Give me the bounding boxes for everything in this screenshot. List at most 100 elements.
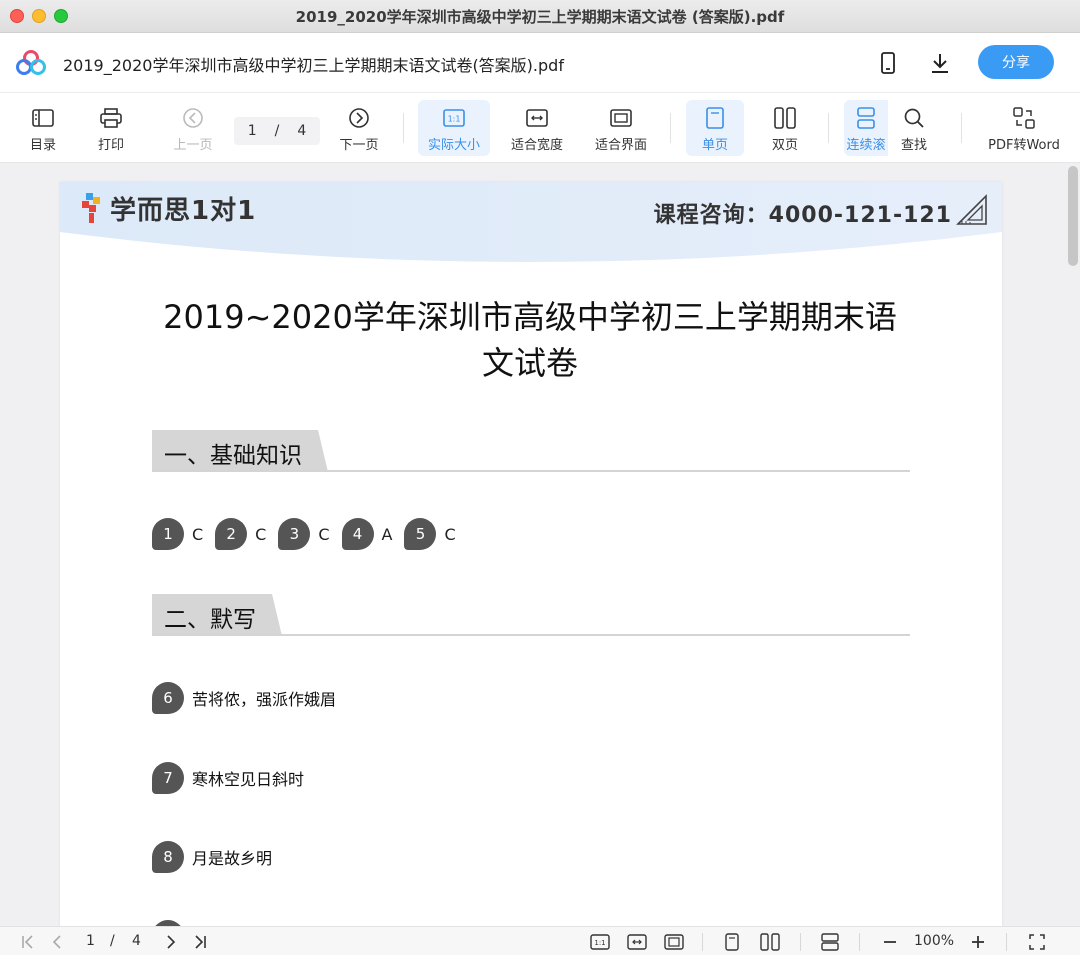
toc-button[interactable]: 目录	[24, 100, 62, 156]
close-window-button[interactable]	[10, 9, 24, 23]
document-title: 2019~2020学年深圳市高级中学初三上学期期末语 文试卷	[150, 294, 910, 386]
prev-page-icon[interactable]	[47, 932, 67, 952]
question-number-badge: 2	[215, 518, 248, 550]
document-name: 2019_2020学年深圳市高级中学初三上学期期末语文试卷(答案版).pdf	[63, 56, 564, 75]
actual-size-button[interactable]: 1:1 实际大小	[418, 100, 490, 156]
double-page-label: 双页	[771, 138, 798, 153]
answer-text: C	[444, 524, 456, 544]
pdf-to-word-label: PDF转Word	[988, 138, 1060, 153]
ruler-icon	[956, 194, 987, 225]
section-divider	[152, 470, 910, 472]
share-button[interactable]: 分享	[978, 45, 1054, 79]
continuous-scroll-icon[interactable]	[820, 932, 840, 952]
single-page-icon[interactable]	[722, 932, 742, 952]
question-number-badge: 5	[404, 518, 437, 550]
pdf-page: 学而思1对1 课程咨询：4000-121-121 2019~2020学年深圳市高…	[60, 182, 1002, 926]
svg-text:1:1: 1:1	[448, 115, 461, 124]
next-page-button[interactable]: 下一页	[334, 100, 384, 156]
section-heading-basic: 一、基础知识	[152, 430, 910, 474]
pdf-to-word-button[interactable]: PDF转Word	[982, 100, 1066, 156]
statusbar-divider	[1006, 933, 1007, 951]
fit-screen-label: 适合界面	[594, 138, 647, 153]
download-icon[interactable]	[928, 51, 952, 75]
double-page-button[interactable]: 双页	[756, 100, 814, 156]
answer-text: C	[192, 524, 204, 544]
fullscreen-icon[interactable]	[1027, 932, 1047, 952]
fit-width-label: 适合宽度	[510, 138, 563, 153]
answer-text: 寒林空见日斜时	[192, 770, 305, 789]
section-title: 一、基础知识	[164, 443, 302, 469]
search-icon	[902, 106, 926, 130]
answer-text: 月是故乡明	[192, 849, 273, 868]
zoom-in-icon[interactable]	[968, 932, 988, 952]
sidebar-icon	[31, 106, 55, 130]
toolbar-divider	[828, 113, 829, 143]
answer-text: 苦将侬，强派作娥眉	[192, 690, 337, 709]
total-pages: 4	[297, 123, 307, 139]
question-number-badge: 3	[278, 518, 311, 550]
status-total-pages: 4	[132, 933, 141, 949]
fit-width-button[interactable]: 适合宽度	[504, 100, 570, 156]
printer-icon	[99, 106, 123, 130]
next-circle-icon	[347, 106, 371, 130]
question-number-badge: 6	[152, 682, 184, 714]
zoom-out-icon[interactable]	[880, 932, 900, 952]
continuous-scroll-label: 连续滚	[846, 138, 886, 153]
window-title: 2019_2020学年深圳市高级中学初三上学期期末语文试卷 (答案版).pdf	[295, 7, 785, 26]
app-header: 2019_2020学年深圳市高级中学初三上学期期末语文试卷(答案版).pdf 分…	[0, 33, 1080, 93]
phone-icon[interactable]	[876, 51, 900, 75]
find-label: 查找	[900, 138, 927, 153]
fill-answer-item: 6 苦将侬，强派作娥眉	[152, 682, 336, 714]
fit-screen-button[interactable]: 适合界面	[588, 100, 654, 156]
section-title: 二、默写	[164, 607, 256, 633]
zoom-level: 100%	[914, 933, 955, 949]
single-page-label: 单页	[701, 138, 728, 153]
continuous-scroll-button[interactable]: 连续滚	[844, 100, 888, 156]
prev-page-button[interactable]: 上一页	[168, 100, 218, 156]
actual-size-icon[interactable]: 1:1	[590, 932, 610, 952]
fit-screen-icon[interactable]	[664, 932, 684, 952]
fit-width-icon[interactable]	[627, 932, 647, 952]
question-number-badge: 4	[341, 518, 374, 550]
document-viewer[interactable]: 学而思1对1 课程咨询：4000-121-121 2019~2020学年深圳市高…	[0, 164, 1080, 926]
actual-size-label: 实际大小	[427, 138, 480, 153]
print-button[interactable]: 打印	[92, 100, 130, 156]
last-page-icon[interactable]	[190, 932, 210, 952]
mc-answer-item: 1 C	[152, 518, 203, 550]
viewer-toolbar: 目录 打印 上一页 1 / 4 下一页 1:1 实际大小 适合宽度 适合界面 单…	[0, 93, 1080, 163]
next-page-icon[interactable]	[161, 932, 181, 952]
section-heading-dictation: 二、默写	[152, 594, 910, 638]
minimize-window-button[interactable]	[32, 9, 46, 23]
single-page-button[interactable]: 单页	[686, 100, 744, 156]
double-page-icon	[773, 106, 797, 130]
answer-text: A	[381, 524, 393, 544]
first-page-icon[interactable]	[18, 932, 38, 952]
mc-answer-item: 2 C	[215, 518, 266, 550]
continuous-scroll-icon	[854, 106, 878, 130]
page-number-input[interactable]: 1 / 4	[234, 117, 320, 145]
page-separator: /	[274, 123, 280, 139]
mc-answer-row: 1 C 2 C 3 C 4 A 5 C	[152, 518, 468, 550]
toolbar-divider	[670, 113, 671, 143]
vertical-scrollbar[interactable]	[1068, 166, 1078, 266]
title-line-2: 文试卷	[481, 344, 578, 382]
section-divider	[152, 634, 910, 636]
find-button[interactable]: 查找	[892, 100, 936, 156]
toolbar-divider	[961, 113, 962, 143]
window-titlebar: 2019_2020学年深圳市高级中学初三上学期期末语文试卷 (答案版).pdf	[0, 0, 1080, 33]
fill-answer-item: 8 月是故乡明	[152, 841, 272, 873]
hotline-text: 课程咨询：4000-121-121	[653, 203, 952, 228]
answer-text: C	[255, 524, 267, 544]
app-logo-icon	[16, 50, 46, 75]
maximize-window-button[interactable]	[54, 9, 68, 23]
window-controls	[10, 9, 68, 23]
question-number-badge: 7	[152, 762, 184, 794]
current-page: 1	[247, 123, 257, 139]
convert-icon	[1012, 106, 1036, 130]
toc-label: 目录	[29, 138, 56, 153]
double-page-icon[interactable]	[760, 932, 780, 952]
status-bar: 1 / 4 1:1 100%	[0, 926, 1080, 955]
status-page-separator: /	[110, 933, 115, 949]
fit-screen-icon	[609, 106, 633, 130]
toolbar-divider	[403, 113, 404, 143]
